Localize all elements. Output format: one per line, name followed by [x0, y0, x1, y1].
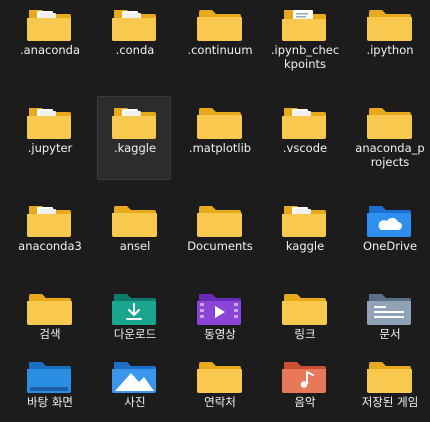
folder-with-files-icon: [281, 102, 327, 140]
file-item[interactable]: .kaggle: [97, 96, 171, 180]
onedrive-folder-icon: [366, 200, 412, 238]
file-item-label: .continuum: [187, 43, 253, 57]
file-item-label: OneDrive: [362, 239, 418, 253]
file-item-label: 사진: [124, 395, 146, 409]
file-item[interactable]: .anaconda: [12, 0, 86, 82]
folder-with-files-icon: [26, 200, 72, 238]
file-item[interactable]: anaconda_projects: [352, 96, 426, 180]
desktop-folder-icon: [26, 356, 72, 394]
folder-icon: [196, 102, 242, 140]
file-item[interactable]: 사진: [97, 350, 171, 422]
folder-with-files-icon: [281, 200, 327, 238]
file-item[interactable]: .matplotlib: [182, 96, 256, 180]
file-item-label: .kaggle: [113, 141, 157, 155]
file-explorer-large-icons-view: .anaconda .conda .continuum .ipynb_checkpoi…: [0, 0, 430, 422]
music-folder-icon: [281, 356, 327, 394]
file-item[interactable]: .ipython: [352, 0, 426, 82]
file-item-label: 링크: [294, 327, 316, 341]
file-item-label: .anaconda: [19, 43, 81, 57]
file-item-label: 검색: [39, 327, 61, 341]
file-item[interactable]: 저장된 게임: [352, 350, 426, 422]
file-item-label: .matplotlib: [188, 141, 252, 155]
folder-icon: [196, 200, 242, 238]
file-item[interactable]: .ipynb_checkpoints: [267, 0, 341, 82]
folder-with-files-icon: [111, 102, 157, 140]
folder-icon: [196, 4, 242, 42]
file-item-label: anaconda_projects: [355, 141, 425, 169]
file-item[interactable]: kaggle: [267, 194, 341, 278]
file-item-label: 음악: [294, 395, 316, 409]
folder-with-document-icon: [281, 4, 327, 42]
file-item-label: anaconda3: [18, 239, 82, 253]
folder-icon: [196, 356, 242, 394]
file-item[interactable]: ansel: [97, 194, 171, 278]
file-item-label: Documents: [187, 239, 253, 253]
file-item-label: .jupyter: [27, 141, 73, 155]
file-item[interactable]: .vscode: [267, 96, 341, 180]
file-item[interactable]: anaconda3: [12, 194, 86, 278]
downloads-folder-icon: [111, 288, 157, 326]
file-item[interactable]: OneDrive: [352, 194, 426, 278]
pictures-folder-icon: [111, 356, 157, 394]
file-item-label: kaggle: [285, 239, 325, 253]
file-item-label: 저장된 게임: [361, 395, 419, 409]
file-item-label: 문서: [379, 327, 401, 341]
folder-icon: [111, 200, 157, 238]
folder-icon: [366, 356, 412, 394]
file-item-label: 연락처: [204, 395, 236, 409]
folder-icon: [366, 102, 412, 140]
documents-folder-icon: [366, 288, 412, 326]
file-item[interactable]: 연락처: [182, 350, 256, 422]
folder-icon: [281, 288, 327, 326]
file-item-label: 다운로드: [113, 327, 157, 341]
file-item[interactable]: Documents: [182, 194, 256, 278]
file-item-label: 동영상: [204, 327, 236, 341]
file-item-label: .ipython: [366, 43, 414, 57]
file-item-label: .conda: [115, 43, 155, 57]
folder-icon: [366, 4, 412, 42]
file-item[interactable]: .conda: [97, 0, 171, 82]
file-item-label: 바탕 화면: [27, 395, 73, 409]
folder-icon: [26, 288, 72, 326]
file-item-label: .vscode: [282, 141, 328, 155]
file-item[interactable]: 바탕 화면: [12, 350, 86, 422]
file-item[interactable]: .continuum: [182, 0, 256, 82]
folder-with-files-icon: [26, 102, 72, 140]
videos-folder-icon: [196, 288, 242, 326]
file-item[interactable]: 음악: [267, 350, 341, 422]
folder-with-files-icon: [111, 4, 157, 42]
file-item-label: ansel: [119, 239, 151, 253]
file-item[interactable]: .jupyter: [12, 96, 86, 180]
file-item-label: .ipynb_checkpoints: [270, 43, 340, 71]
folder-with-files-icon: [26, 4, 72, 42]
